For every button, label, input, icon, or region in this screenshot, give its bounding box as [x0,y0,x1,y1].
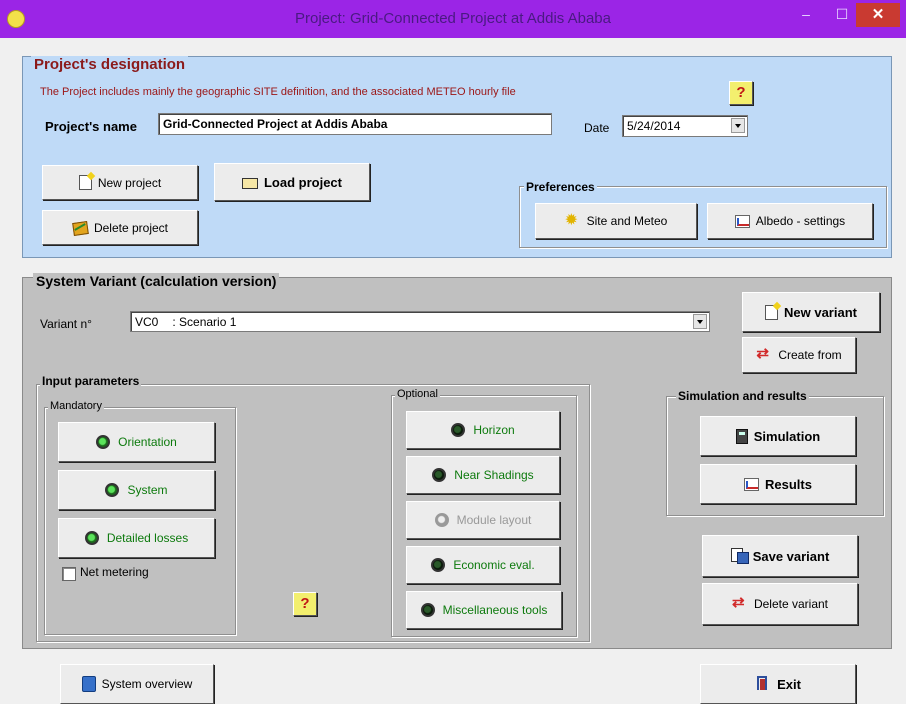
optional-label: Optional [395,388,440,400]
system-variant-title: System Variant (calculation version) [33,273,280,289]
delete-project-label: Delete project [93,220,169,235]
status-led-icon [420,603,435,617]
chevron-down-icon[interactable] [693,314,707,329]
load-project-button[interactable]: Load project [214,163,370,201]
maximize-button[interactable]: ☐ [826,3,858,29]
exit-door-icon [755,676,771,692]
system-label: System [127,483,168,497]
status-led-icon [451,423,466,437]
misc-tools-label: Miscellaneous tools [442,603,548,617]
chevron-down-icon[interactable] [731,118,745,133]
detailed-losses-button[interactable]: Detailed losses [58,518,215,558]
site-meteo-button[interactable]: Site and Meteo [535,203,697,239]
module-layout-button[interactable]: Module layout [406,501,560,539]
create-from-label: Create from [778,348,842,362]
system-overview-label: System overview [101,677,193,691]
net-metering-label: Net metering [80,565,149,579]
simulation-results-label: Simulation and results [676,389,809,403]
delete-variant-button[interactable]: Delete variant [702,583,858,625]
save-variant-button[interactable]: Save variant [702,535,858,577]
load-project-label: Load project [263,174,342,190]
sun-icon [565,210,581,230]
detailed-losses-label: Detailed losses [106,531,189,545]
delete-project-button[interactable]: Delete project [42,210,198,245]
new-variant-label: New variant [784,304,857,320]
project-name-label: Project's name [45,119,137,134]
date-label: Date [584,121,610,135]
site-meteo-label: Site and Meteo [586,214,668,228]
results-button[interactable]: Results [700,464,856,504]
horizon-label: Horizon [473,423,515,437]
orientation-label: Orientation [118,435,177,449]
window-title: Project: Grid-Connected Project at Addis… [294,10,611,27]
date-select[interactable]: 5/24/2014 [622,115,748,137]
new-document-icon [78,175,92,190]
delete-variant-label: Delete variant [753,597,829,611]
status-led-icon [105,483,120,497]
horizon-button[interactable]: Horizon [406,411,560,449]
chart-icon [744,477,760,491]
new-variant-button[interactable]: New variant [742,292,880,332]
close-button[interactable]: ✕ [856,3,900,27]
module-layout-label: Module layout [456,513,532,527]
variant-code: VC0 [135,314,159,329]
project-description: The Project includes mainly the geograph… [40,86,516,98]
project-help-button[interactable]: ? [729,81,753,105]
economic-eval-label: Economic eval. [453,558,535,572]
albedo-settings-button[interactable]: Albedo - settings [707,203,873,239]
project-name-input[interactable]: Grid-Connected Project at Addis Ababa [158,113,552,135]
chart-icon [734,214,750,228]
overview-icon [81,676,96,692]
near-shadings-label: Near Shadings [454,468,534,482]
simulation-label: Simulation [753,428,821,444]
project-designation-title: Project's designation [31,56,189,73]
status-led-icon [432,468,447,482]
status-led-icon [434,513,449,527]
variant-name: : Scenario 1 [172,314,237,329]
delete-arrows-icon [732,593,748,612]
simulation-button[interactable]: Simulation [700,416,856,456]
new-project-button[interactable]: New project [42,165,198,200]
save-icon [730,548,749,564]
results-label: Results [765,476,812,492]
status-led-icon [84,531,99,545]
minimize-button[interactable]: – [790,3,822,29]
exit-label: Exit [777,676,801,692]
net-metering-checkbox[interactable] [62,567,76,581]
economic-eval-button[interactable]: Economic eval. [406,546,560,584]
create-from-button[interactable]: Create from [742,337,856,373]
preferences-label: Preferences [524,180,597,194]
date-value: 5/24/2014 [627,119,681,133]
save-variant-label: Save variant [752,548,830,564]
variant-select[interactable]: VC0 : Scenario 1 [130,311,710,332]
status-led-icon [431,558,446,572]
variant-help-button[interactable]: ? [293,592,317,616]
folder-icon [241,174,258,190]
misc-tools-button[interactable]: Miscellaneous tools [406,591,562,629]
albedo-settings-label: Albedo - settings [755,214,846,228]
input-parameters-label: Input parameters [40,374,142,388]
near-shadings-button[interactable]: Near Shadings [406,456,560,494]
orientation-button[interactable]: Orientation [58,422,215,462]
calculator-icon [735,428,748,444]
status-led-icon [96,435,111,449]
delete-project-icon [72,220,88,236]
exit-button[interactable]: Exit [700,664,856,704]
variant-number-label: Variant n° [40,317,92,331]
copy-arrows-icon [756,344,772,363]
new-document-icon [765,304,778,320]
title-bar: Project: Grid-Connected Project at Addis… [0,0,906,38]
system-overview-button[interactable]: System overview [60,664,214,704]
system-button[interactable]: System [58,470,215,510]
new-project-label: New project [97,175,162,190]
mandatory-label: Mandatory [48,400,104,412]
